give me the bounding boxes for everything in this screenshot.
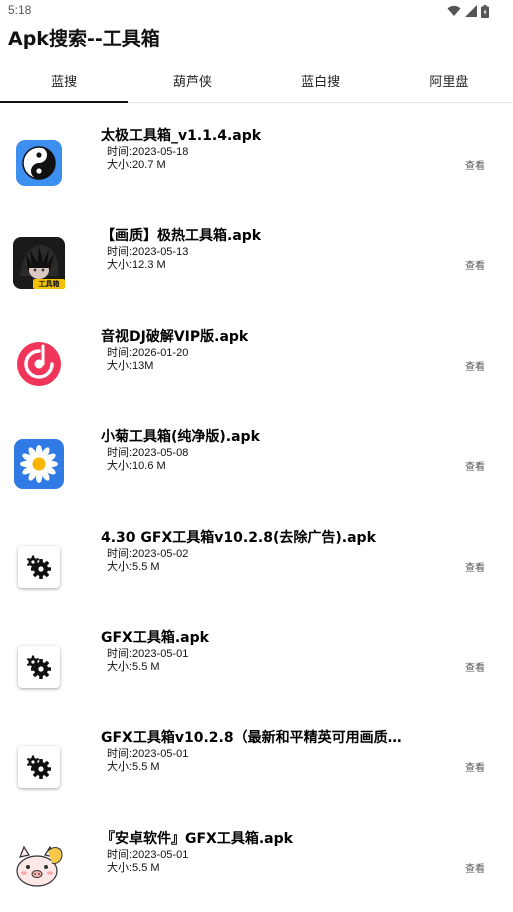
list-item[interactable]: 4.30 GFX工具箱v10.2.8(去除广告).apk 时间:2023-05-… [0,505,513,605]
list-item[interactable]: 小菊工具箱(纯净版).apk 时间:2023-05-08 大小:10.6 M 查… [0,404,513,504]
result-list: 太极工具箱_v1.1.4.apk 时间:2023-05-18 大小:20.7 M… [0,103,513,906]
view-button[interactable]: 查看 [465,358,485,373]
gears-icon [12,740,66,794]
tab-bar: 蓝搜 葫芦侠 蓝白搜 阿里盘 [0,58,513,103]
item-name: 音视DJ破解VIP版.apk [101,328,249,345]
view-button[interactable]: 查看 [465,659,485,674]
view-button[interactable]: 查看 [465,157,485,172]
status-time: 5:18 [8,3,32,17]
pig-mascot-icon [12,839,66,893]
item-size: 大小:10.6 M [107,460,166,473]
music-disc-icon [12,337,66,391]
battery-icon [481,4,489,18]
status-bar: 5:18 [0,0,513,22]
view-button[interactable]: 查看 [465,860,485,875]
item-name: 小菊工具箱(纯净版).apk [101,429,260,446]
item-size: 大小:5.5 M [107,761,160,774]
gears-icon [12,540,66,594]
item-size: 大小:12.3 M [107,259,166,272]
view-button[interactable]: 查看 [465,257,485,272]
view-button[interactable]: 查看 [465,759,485,774]
list-item[interactable]: 『安卓软件』GFX工具箱.apk 时间:2023-05-01 大小:5.5 M … [0,806,513,906]
list-item[interactable]: 工具箱 【画质】极热工具箱.apk 时间:2023-05-13 大小:12.3 … [0,203,513,303]
status-icons [447,4,489,18]
item-size: 大小:5.5 M [107,861,160,874]
list-item[interactable]: 太极工具箱_v1.1.4.apk 时间:2023-05-18 大小:20.7 M… [0,103,513,203]
item-size: 大小:13M [107,359,154,372]
list-item[interactable]: GFX工具箱.apk 时间:2023-05-01 大小:5.5 M 查看 [0,605,513,705]
item-size: 大小:20.7 M [107,159,166,171]
item-name: 4.30 GFX工具箱v10.2.8(去除广告).apk [101,529,376,546]
item-name: GFX工具箱.apk [101,629,209,646]
gears-icon [12,640,66,694]
view-button[interactable]: 查看 [465,458,485,473]
icon-badge: 工具箱 [33,279,65,290]
list-item[interactable]: GFX工具箱v10.2.8（最新和平精英可用画质… 时间:2023-05-01 … [0,705,513,805]
tab-alipan[interactable]: 阿里盘 [385,58,513,102]
item-name: GFX工具箱v10.2.8（最新和平精英可用画质… [101,730,402,747]
signal-icon [465,5,477,17]
tab-lanbaisou[interactable]: 蓝白搜 [257,58,385,102]
daisy-icon [12,437,66,491]
item-size: 大小:5.5 M [107,660,160,673]
page-title: Apk搜索--工具箱 [8,28,160,50]
view-button[interactable]: 查看 [465,559,485,574]
item-name: 太极工具箱_v1.1.4.apk [101,128,262,144]
item-name: 【画质】极热工具箱.apk [101,228,262,245]
taichi-icon [12,136,66,190]
list-item[interactable]: 音视DJ破解VIP版.apk 时间:2026-01-20 大小:13M 查看 [0,304,513,404]
item-name: 『安卓软件』GFX工具箱.apk [101,830,293,847]
tab-lansou[interactable]: 蓝搜 [0,58,129,103]
tab-huluxia[interactable]: 葫芦侠 [128,58,256,102]
item-size: 大小:5.5 M [107,560,160,573]
wifi-icon [447,5,461,16]
